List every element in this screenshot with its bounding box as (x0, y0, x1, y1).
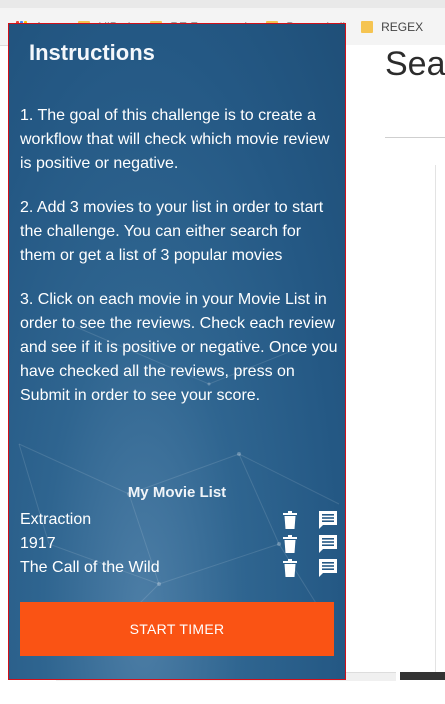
movie-list-item[interactable]: 1917 (20, 533, 338, 555)
comment-icon[interactable] (318, 510, 338, 530)
taskbar-fragment (400, 672, 445, 680)
trash-icon[interactable] (280, 534, 300, 554)
instruction-step-2: 2. Add 3 movies to your list in order to… (20, 199, 324, 264)
start-timer-button[interactable]: START TIMER (20, 602, 334, 656)
instruction-step-1: 1. The goal of this challenge is to crea… (20, 107, 330, 172)
instructions-heading: Instructions (29, 40, 155, 65)
comment-icon[interactable] (318, 558, 338, 578)
main-content: Sea (345, 45, 445, 704)
comment-icon[interactable] (318, 534, 338, 554)
movie-name: 1917 (20, 535, 56, 552)
bookmark-label: REGEX (381, 19, 424, 34)
browser-address-bar (0, 0, 445, 8)
bookmark-regex[interactable]: REGEX (361, 20, 423, 34)
instructions-text: 1. The goal of this challenge is to crea… (20, 104, 338, 428)
instructions-sidebar: Instructions 1. The goal of this challen… (8, 23, 346, 680)
content-card (435, 165, 445, 675)
instruction-step-3: 3. Click on each movie in your Movie Lis… (20, 291, 338, 404)
folder-icon (361, 20, 374, 33)
movie-name: The Call of the Wild (20, 559, 160, 576)
divider (385, 137, 445, 138)
movie-list-item[interactable]: Extraction (20, 509, 338, 531)
search-title: Sea (385, 45, 445, 83)
trash-icon[interactable] (280, 510, 300, 530)
movie-list-item[interactable]: The Call of the Wild (20, 557, 338, 579)
movie-list-title: My Movie List (127, 484, 227, 501)
movie-name: Extraction (20, 511, 92, 528)
trash-icon[interactable] (280, 558, 300, 578)
